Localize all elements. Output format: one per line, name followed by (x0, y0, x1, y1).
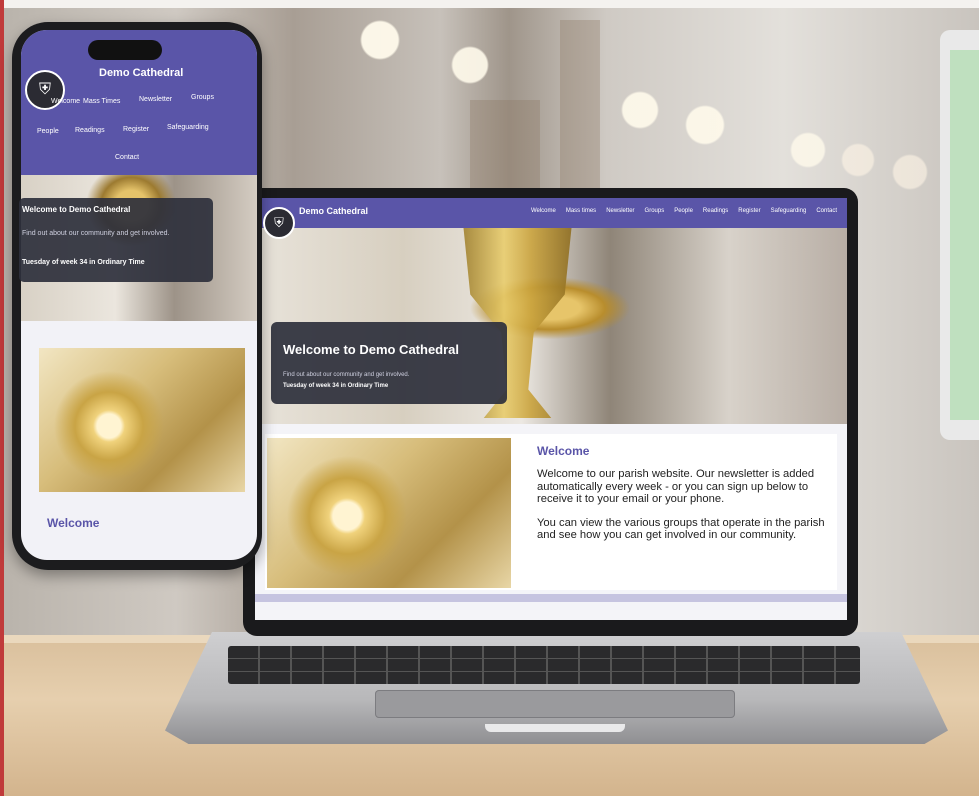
hero-subtitle: Find out about our community and get inv… (283, 372, 410, 378)
shield-crest-icon[interactable]: ⛨ (263, 207, 295, 239)
nav-item-contact[interactable]: Contact (816, 208, 837, 214)
phone-nav-safeguarding[interactable]: Safeguarding (167, 124, 209, 131)
phone-notch (88, 40, 162, 60)
nav-item-readings[interactable]: Readings (703, 208, 728, 214)
phone-screen: ⛨ Demo Cathedral Welcome Mass Times News… (21, 30, 257, 560)
phone-nav-contact[interactable]: Contact (115, 154, 139, 161)
phone-nav-groups[interactable]: Groups (191, 94, 214, 101)
nav-item-welcome[interactable]: Welcome (531, 208, 556, 214)
nav-item-register[interactable]: Register (738, 208, 760, 214)
background-monitor (940, 30, 979, 440)
nav-item-newsletter[interactable]: Newsletter (606, 208, 634, 214)
laptop-keyboard (228, 646, 860, 684)
hero-title: Welcome to Demo Cathedral (283, 342, 460, 357)
liturgical-day: Tuesday of week 34 in Ordinary Time (283, 383, 389, 389)
laptop-trackpad (375, 690, 735, 718)
hero-welcome-card: Welcome to Demo Cathedral Find out about… (271, 322, 507, 404)
nav-item-groups[interactable]: Groups (645, 208, 665, 214)
laptop-hinge-notch (485, 724, 625, 732)
site-header: Demo Cathedral Welcome Mass times Newsle… (255, 198, 847, 228)
welcome-paragraph-1: Welcome to our parish website. Our newsl… (537, 468, 815, 505)
red-edge (0, 0, 4, 796)
phone-nav-register[interactable]: Register (123, 126, 149, 133)
phone-nav-people[interactable]: People (37, 128, 59, 135)
phone-site-title[interactable]: Demo Cathedral (99, 67, 183, 79)
footer-bar (255, 594, 847, 602)
phone-nav-newsletter[interactable]: Newsletter (139, 96, 172, 103)
welcome-section: Welcome Welcome to our parish website. O… (537, 444, 833, 553)
site-title[interactable]: Demo Cathedral (299, 206, 368, 216)
laptop-screen: Demo Cathedral Welcome Mass times Newsle… (255, 198, 847, 620)
nav-item-safeguarding[interactable]: Safeguarding (771, 208, 807, 214)
phone-nav-welcome[interactable]: Welcome (51, 98, 80, 105)
phone-hero-card: Welcome to Demo Cathedral Find out about… (19, 198, 213, 282)
phone-nav-readings[interactable]: Readings (75, 127, 105, 134)
phone-monstrance-photo (39, 348, 245, 492)
welcome-paragraph-2: You can view the various groups that ope… (537, 516, 825, 542)
top-strip (0, 0, 979, 8)
site-nav: Welcome Mass times Newsletter Groups Peo… (531, 208, 837, 214)
welcome-heading: Welcome (537, 444, 590, 458)
phone-nav-mass-times[interactable]: Mass Times (83, 98, 120, 105)
monstrance-photo (267, 438, 511, 588)
nav-item-mass-times[interactable]: Mass times (566, 208, 596, 214)
phone-welcome-heading: Welcome (47, 516, 100, 530)
phone-hero-title: Welcome to Demo Cathedral (22, 205, 131, 214)
phone-hero-subtitle: Find out about our community and get inv… (22, 230, 170, 237)
phone-liturgical-day: Tuesday of week 34 in Ordinary Time (22, 259, 145, 266)
nav-item-people[interactable]: People (674, 208, 693, 214)
